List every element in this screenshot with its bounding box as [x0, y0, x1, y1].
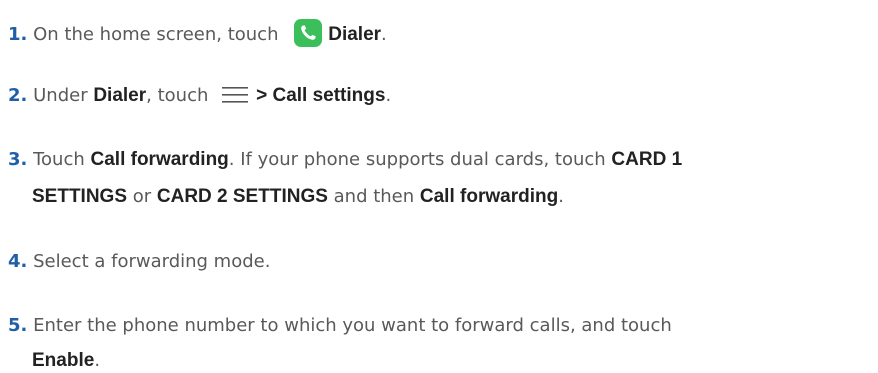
app-name-dialer: Dialer [328, 24, 382, 45]
step-5-continued: Enable. [32, 349, 100, 373]
step-text: Under [33, 85, 94, 106]
step-5: 5. Enter the phone number to which you w… [8, 314, 672, 338]
button-enable: Enable [32, 350, 95, 371]
step-number: 3. [8, 149, 28, 170]
step-number: 4. [8, 251, 28, 272]
step-2: 2. Under Dialer, touch > Call settings. [8, 84, 391, 108]
instructions-document: 1. On the home screen, touch Dialer. 2. … [0, 0, 878, 373]
step-4: 4. Select a forwarding mode. [8, 250, 270, 274]
step-text: Enter the phone number to which you want… [33, 315, 672, 336]
step-text: . [94, 350, 101, 371]
step-number: 2. [8, 85, 28, 106]
option-card-1-settings: SETTINGS [32, 186, 128, 207]
option-card-1: CARD 1 [611, 149, 683, 170]
step-3: 3. Touch Call forwarding. If your phone … [8, 148, 682, 172]
option-call-forwarding: Call forwarding [90, 149, 229, 170]
menu-path-call-settings: > Call settings [256, 85, 386, 106]
step-text: and then [327, 186, 420, 207]
step-text: On the home screen, touch [33, 24, 285, 45]
step-text: . If your phone supports dual cards, tou… [228, 149, 612, 170]
step-number: 5. [8, 315, 28, 336]
step-text: , touch [146, 85, 215, 106]
step-3-continued: SETTINGS or CARD 2 SETTINGS and then Cal… [32, 185, 564, 209]
step-1: 1. On the home screen, touch Dialer. [8, 19, 387, 47]
step-text: . [558, 186, 564, 207]
step-text: or [127, 186, 157, 207]
app-name-dialer: Dialer [93, 85, 147, 106]
step-text: . [381, 24, 387, 45]
dialer-icon [294, 19, 323, 47]
step-text: . [385, 85, 392, 106]
option-card-2-settings: CARD 2 SETTINGS [156, 186, 328, 207]
step-number: 1. [8, 24, 28, 45]
menu-icon [222, 86, 249, 104]
option-call-forwarding: Call forwarding [419, 186, 559, 207]
step-text: Select a forwarding mode. [33, 251, 271, 272]
step-text: Touch [33, 149, 91, 170]
